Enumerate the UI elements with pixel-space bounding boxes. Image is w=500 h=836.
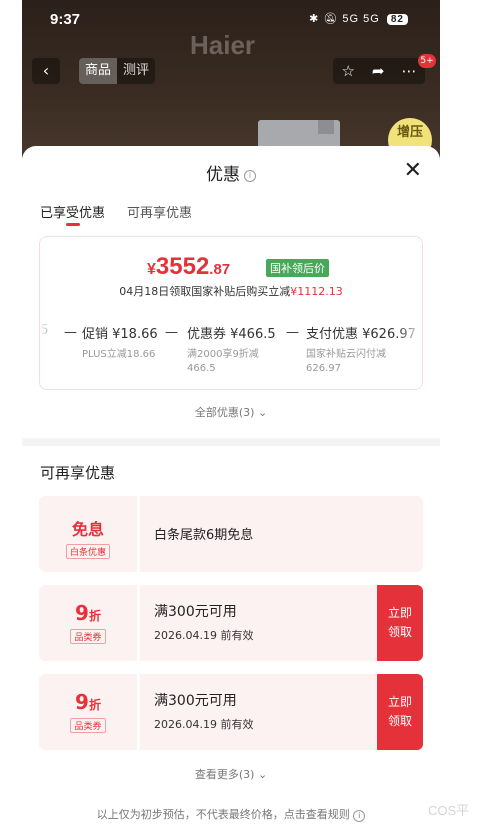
status-icons: ✱ 🔕︎ 5G 5G 82 bbox=[309, 12, 408, 25]
notification-badge: 5+ bbox=[418, 54, 436, 68]
coupon-expiry: 2026.04.19 前有效 bbox=[154, 629, 254, 642]
bluetooth-icon: ✱ bbox=[309, 13, 320, 25]
claim-coupon-button[interactable]: 立即领取 bbox=[377, 585, 423, 661]
price-subtext-amount: ¥1112.13 bbox=[290, 285, 343, 298]
sheet-title: 优惠 i bbox=[22, 160, 440, 185]
price-subtext-label: 04月18日领取国家补贴后购买立减 bbox=[119, 285, 291, 298]
chevron-down-icon: ⌄ bbox=[257, 406, 268, 419]
tab-product[interactable]: 商品 bbox=[79, 58, 118, 84]
chevron-left-icon: ‹ bbox=[42, 61, 50, 80]
coupon-value: 免息 bbox=[71, 520, 104, 539]
breakdown-item: 优惠券 ¥466.5 满2000享9折减 466.5 bbox=[187, 323, 276, 376]
battery-icon: 82 bbox=[386, 14, 408, 25]
coupon-expiry: 2026.04.19 前有效 bbox=[154, 718, 254, 731]
discount-sheet: 优惠 i ✕ 已享受优惠 可再享优惠 ¥3552.87 国补领后价 04月18日领… bbox=[22, 146, 440, 836]
price-currency: ¥ bbox=[147, 261, 156, 278]
minus-sign: — bbox=[286, 325, 299, 340]
coupon-card: 9折 品类券 满300元可用 2026.04.19 前有效 立即领取 bbox=[39, 585, 423, 661]
coupon-discount: 9 bbox=[75, 601, 89, 625]
coupon-left: 9折 品类券 bbox=[39, 674, 137, 750]
breakdown-desc-line: 国家补贴云闪付减 bbox=[306, 349, 386, 360]
show-more-label: 查看更多(3) bbox=[194, 768, 255, 781]
coupon-card: 9折 品类券 满300元可用 2026.04.19 前有效 立即领取 bbox=[39, 674, 423, 750]
status-time: 9:37 bbox=[50, 11, 81, 28]
price-subtext: 04月18日领取国家补贴后购买立减¥1112.13 bbox=[40, 283, 422, 299]
coupon-left: 免息 白条优惠 bbox=[39, 496, 137, 572]
corner-watermark: COS平 bbox=[428, 803, 470, 818]
back-button[interactable]: ‹ bbox=[32, 58, 60, 84]
price-integer: 3552 bbox=[155, 253, 210, 280]
coupon-body: 满300元可用 2026.04.19 前有效 bbox=[140, 674, 377, 750]
more-icon[interactable]: ⋯ bbox=[401, 62, 416, 80]
top-tabs: 商品 测评 bbox=[79, 58, 156, 84]
coupon-tag: 品类券 bbox=[70, 629, 106, 644]
scroll-fade-left bbox=[40, 317, 64, 387]
coupon-condition: 满300元可用 bbox=[154, 604, 237, 620]
final-price: ¥3552.87 bbox=[147, 253, 230, 281]
favorite-star-icon[interactable]: ☆ bbox=[341, 62, 354, 80]
tab-enjoyed[interactable]: 已享受优惠 bbox=[40, 202, 105, 221]
minus-sign: — bbox=[165, 325, 178, 340]
all-discounts-link[interactable]: 全部优惠(3) ⌄ bbox=[22, 404, 440, 420]
breakdown-desc: PLUS立减18.66 bbox=[82, 349, 156, 360]
coupon-text: 白条尾款6期免息 bbox=[154, 528, 254, 543]
brand-watermark: Haier bbox=[190, 30, 256, 60]
price-tag: 国补领后价 bbox=[266, 259, 329, 277]
breakdown-label: 促销 ¥18.66 bbox=[82, 327, 158, 342]
coupon-condition: 满300元可用 bbox=[154, 693, 237, 709]
top-actions: ☆ ➦ ⋯ bbox=[333, 58, 425, 84]
info-icon[interactable]: i bbox=[244, 170, 256, 182]
price-breakdown: 55 价 — 促销 ¥18.66 PLUS立减18.66 — 优惠券 ¥466.… bbox=[40, 323, 422, 383]
share-icon[interactable]: ➦ bbox=[372, 62, 385, 80]
info-icon[interactable]: i bbox=[353, 810, 366, 822]
coupon-body: 白条尾款6期免息 bbox=[140, 496, 423, 572]
coupon-card[interactable]: 免息 白条优惠 白条尾款6期免息 bbox=[39, 496, 423, 572]
discount-tabs: 已享受优惠 可再享优惠 bbox=[40, 202, 192, 221]
price-card: ¥3552.87 国补领后价 04月18日领取国家补贴后购买立减¥1112.13… bbox=[39, 236, 423, 390]
coupon-unit: 折 bbox=[88, 698, 101, 712]
price-decimal: .87 bbox=[209, 261, 231, 278]
signal-icon: 5G 5G bbox=[342, 13, 380, 25]
coupon-tag: 白条优惠 bbox=[65, 544, 110, 559]
coupon-discount: 9 bbox=[75, 690, 89, 714]
mute-icon: 🔕︎ bbox=[323, 13, 339, 25]
breakdown-label: 优惠券 ¥466.5 bbox=[187, 327, 276, 342]
tab-available[interactable]: 可再享优惠 bbox=[127, 202, 192, 221]
coupon-left: 9折 品类券 bbox=[39, 585, 137, 661]
coupon-value: 9折 bbox=[39, 674, 137, 714]
coupon-value: 9折 bbox=[39, 585, 137, 625]
coupon-body: 满300元可用 2026.04.19 前有效 bbox=[140, 585, 377, 661]
close-icon[interactable]: ✕ bbox=[404, 160, 422, 182]
section-divider bbox=[22, 438, 440, 446]
footer-note-text: 以上仅为初步预估，不代表最终价格，点击查看规则 bbox=[96, 808, 350, 821]
all-discounts-label: 全部优惠(3) bbox=[194, 406, 255, 419]
coupon-unit: 折 bbox=[88, 609, 101, 623]
show-more-link[interactable]: 查看更多(3) ⌄ bbox=[22, 766, 440, 782]
footer-note[interactable]: 以上仅为初步预估，不代表最终价格，点击查看规则 i bbox=[22, 806, 440, 822]
breakdown-item: 促销 ¥18.66 PLUS立减18.66 bbox=[82, 323, 158, 362]
coupon-tag: 品类券 bbox=[70, 718, 106, 733]
breakdown-desc-line: 466.5 bbox=[187, 363, 216, 374]
section-title: 可再享优惠 bbox=[40, 464, 116, 482]
scroll-fade-right bbox=[398, 317, 422, 387]
page: 增压 9:37 ✱ 🔕︎ 5G 5G 82 Haier ‹ 商品 测评 ☆ ➦ … bbox=[0, 0, 500, 836]
sheet-title-text: 优惠 bbox=[206, 165, 240, 185]
breakdown-desc: 满2000享9折减 466.5 bbox=[187, 348, 276, 376]
breakdown-desc-line: 满2000享9折减 bbox=[187, 349, 259, 360]
breakdown-desc-line: 626.97 bbox=[306, 363, 341, 374]
minus-sign: — bbox=[64, 325, 77, 340]
chevron-down-icon: ⌄ bbox=[257, 768, 268, 781]
claim-coupon-button[interactable]: 立即领取 bbox=[377, 674, 423, 750]
tab-indicator bbox=[66, 223, 80, 226]
tab-review[interactable]: 测评 bbox=[117, 58, 155, 84]
